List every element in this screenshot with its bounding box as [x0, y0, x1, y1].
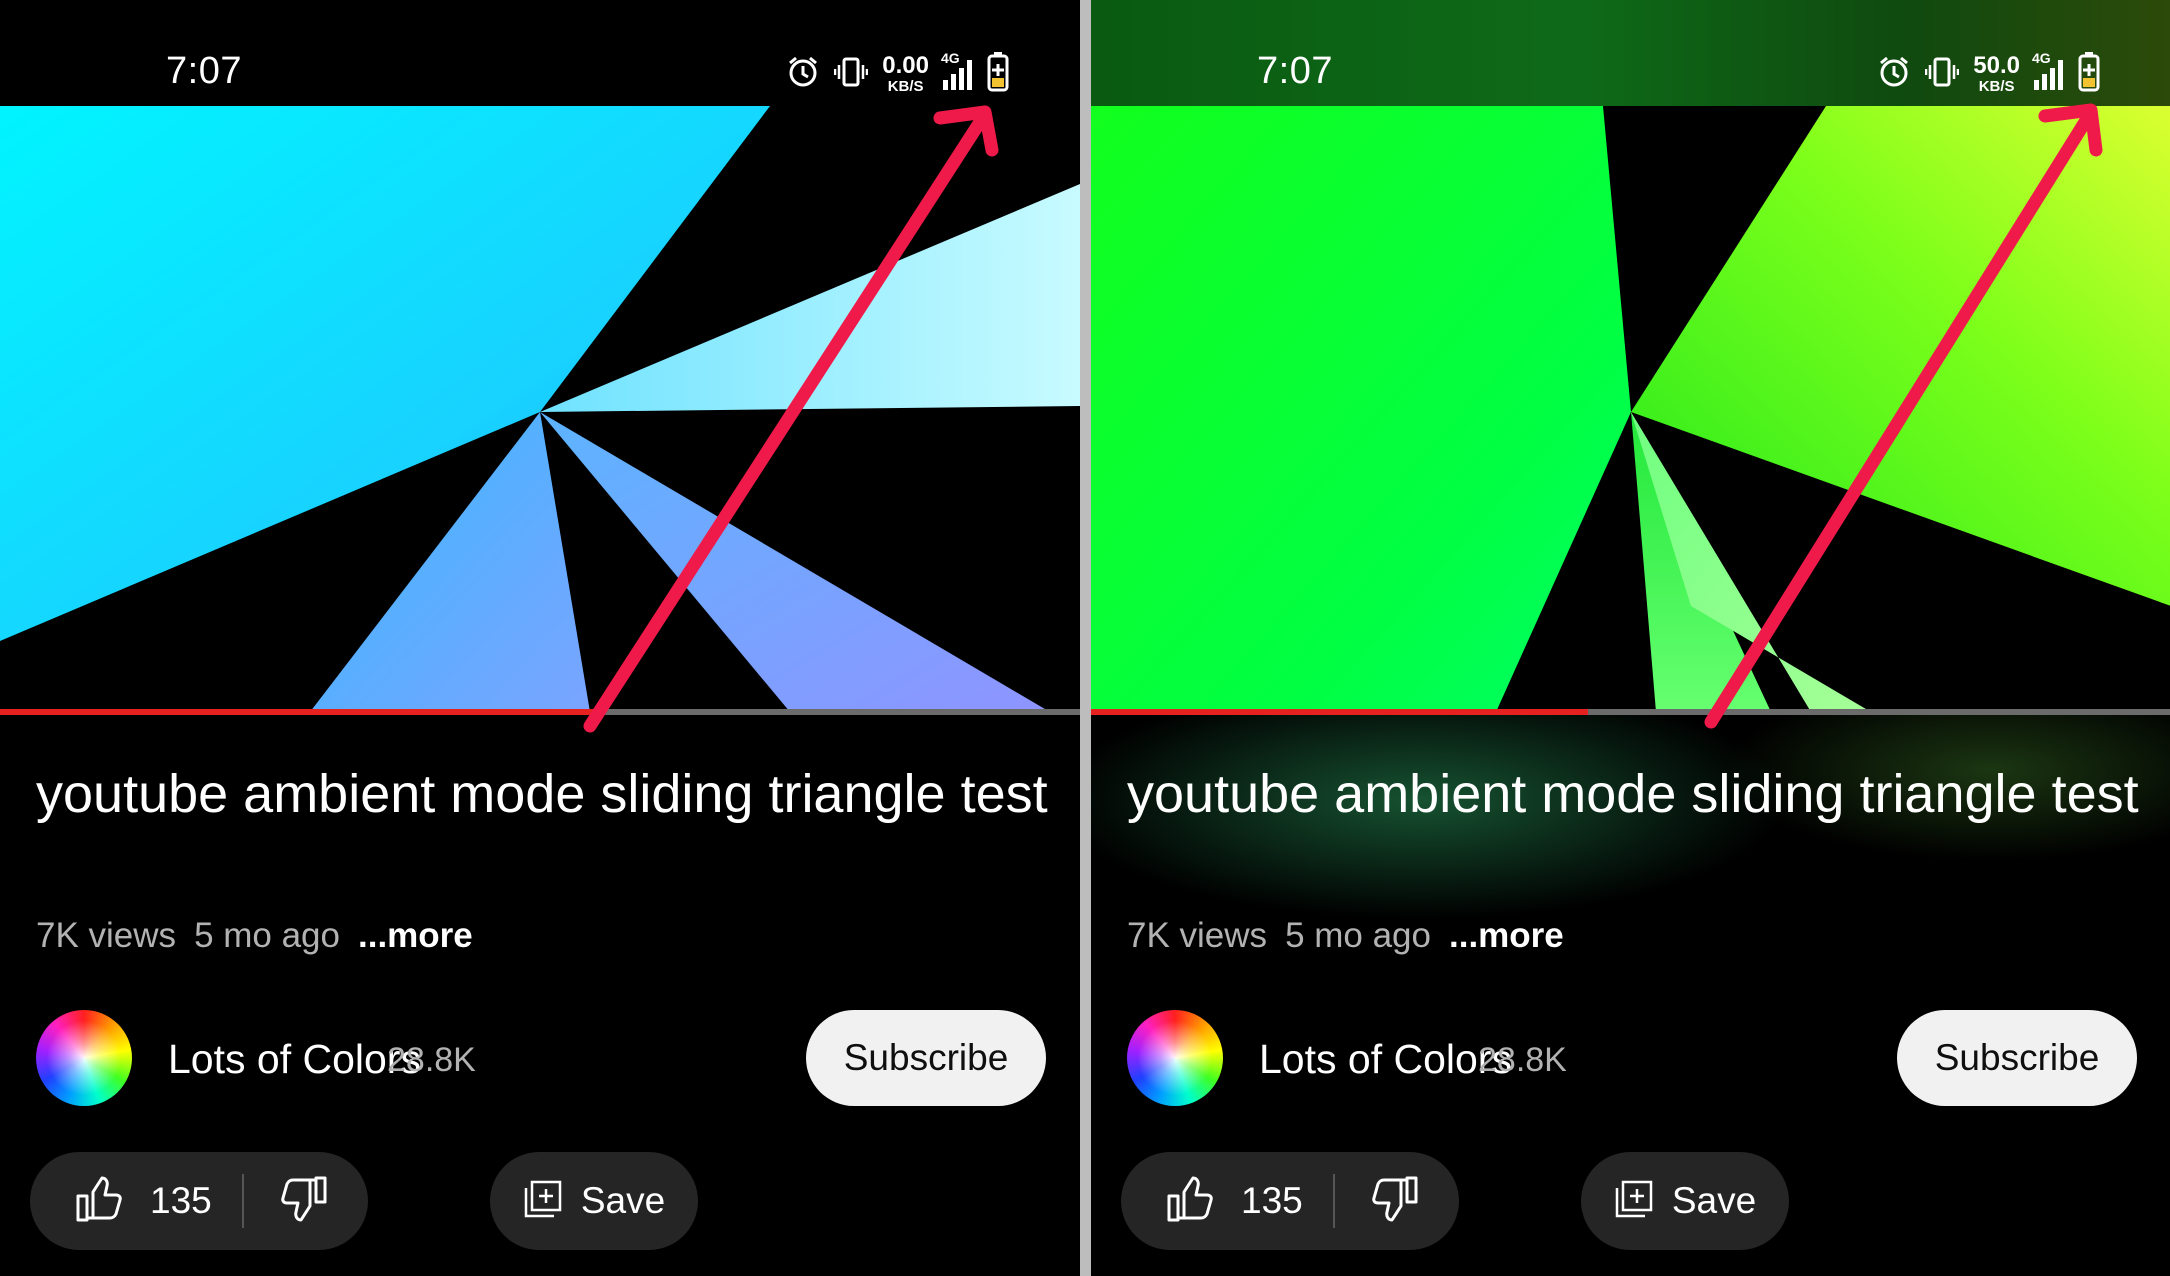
subscribe-button[interactable]: Subscribe: [1897, 1010, 2137, 1106]
network-speed: 0.00 KB/S: [882, 52, 929, 95]
battery-charging-icon: [986, 51, 1010, 97]
video-progress-bar[interactable]: [0, 709, 1080, 715]
alarm-icon: [786, 55, 820, 94]
save-playlist-icon: [523, 1179, 563, 1224]
save-button[interactable]: Save: [1581, 1152, 1789, 1250]
upload-age: 5 mo ago: [194, 916, 340, 955]
like-button[interactable]: 135: [1121, 1152, 1303, 1250]
signal-icon: 4G: [2032, 50, 2063, 90]
status-bar: 7:07 50.0 KB/S 4G: [1091, 0, 2170, 106]
channel-avatar[interactable]: [36, 1010, 132, 1106]
network-type: 4G: [2032, 50, 2051, 66]
save-button[interactable]: Save: [490, 1152, 698, 1250]
thumbs-up-icon: [1165, 1174, 1215, 1229]
subscriber-count: 28.8K: [1478, 1041, 1567, 1079]
battery-charging-icon: [2077, 51, 2101, 97]
channel-row: Lots of Colors 28.8K Subscribe: [1127, 1008, 2137, 1108]
video-title[interactable]: youtube ambient mode sliding triangle te…: [36, 758, 1056, 830]
view-count: 7K views: [1127, 916, 1268, 955]
like-dislike-pill: 135: [30, 1152, 368, 1250]
subscribe-button[interactable]: Subscribe: [806, 1010, 1046, 1106]
save-label: Save: [580, 1180, 666, 1221]
thumbs-down-icon: [279, 1174, 329, 1229]
dislike-button[interactable]: [1345, 1152, 1445, 1250]
more-link[interactable]: ...more: [358, 916, 473, 956]
video-meta[interactable]: 7K views 5 mo ago ...more: [1127, 916, 1564, 956]
alarm-icon: [1877, 55, 1911, 94]
network-speed-value: 50.0: [1973, 52, 2020, 79]
network-speed-unit: KB/S: [887, 78, 924, 95]
subscriber-count: 28.8K: [387, 1041, 476, 1079]
video-player[interactable]: [1091, 106, 2170, 712]
action-row: 135 Save: [1121, 1152, 2141, 1250]
thumbs-down-icon: [1370, 1174, 1420, 1229]
thumbs-up-icon: [74, 1174, 124, 1229]
screenshot-panel-right: 7:07 50.0 KB/S 4G youtube ambient mode s…: [1091, 0, 2170, 1276]
screenshot-panel-left: 7:07 0.00 KB/S 4G youtube ambient mode s…: [0, 0, 1080, 1276]
signal-icon: 4G: [941, 50, 972, 90]
channel-avatar[interactable]: [1127, 1010, 1223, 1106]
video-progress-fill: [1091, 709, 1588, 715]
video-frame: [0, 106, 1080, 712]
network-type: 4G: [941, 50, 960, 66]
pill-divider: [1332, 1174, 1335, 1228]
status-time: 7:07: [166, 50, 242, 92]
like-dislike-pill: 135: [1121, 1152, 1459, 1250]
status-time: 7:07: [1257, 50, 1333, 92]
dislike-button[interactable]: [254, 1152, 354, 1250]
channel-name[interactable]: Lots of Colors: [1259, 1036, 1512, 1083]
more-link[interactable]: ...more: [1449, 916, 1564, 956]
status-icons: 50.0 KB/S 4G: [1877, 50, 2101, 98]
vibrate-icon: [1925, 55, 1960, 94]
vibrate-icon: [834, 55, 869, 94]
network-speed-unit: KB/S: [1978, 78, 2015, 95]
like-count: 135: [150, 1180, 212, 1221]
channel-row: Lots of Colors 28.8K Subscribe: [36, 1008, 1046, 1108]
channel-name[interactable]: Lots of Colors: [168, 1036, 421, 1083]
status-bar: 7:07 0.00 KB/S 4G: [0, 0, 1080, 106]
view-count: 7K views: [36, 916, 177, 955]
save-label: Save: [1671, 1180, 1757, 1221]
upload-age: 5 mo ago: [1285, 916, 1431, 955]
like-count: 135: [1241, 1180, 1303, 1221]
video-meta[interactable]: 7K views 5 mo ago ...more: [36, 916, 473, 956]
like-button[interactable]: 135: [30, 1152, 212, 1250]
save-playlist-icon: [1614, 1179, 1654, 1224]
pill-divider: [241, 1174, 244, 1228]
video-frame: [1091, 106, 2170, 712]
network-speed-value: 0.00: [882, 52, 929, 79]
video-player[interactable]: [0, 106, 1080, 712]
video-title[interactable]: youtube ambient mode sliding triangle te…: [1127, 758, 2147, 830]
action-row: 135 Save: [30, 1152, 1050, 1250]
status-icons: 0.00 KB/S 4G: [786, 50, 1010, 98]
network-speed: 50.0 KB/S: [1973, 52, 2020, 95]
video-progress-fill: [0, 709, 594, 715]
video-progress-bar[interactable]: [1091, 709, 2170, 715]
